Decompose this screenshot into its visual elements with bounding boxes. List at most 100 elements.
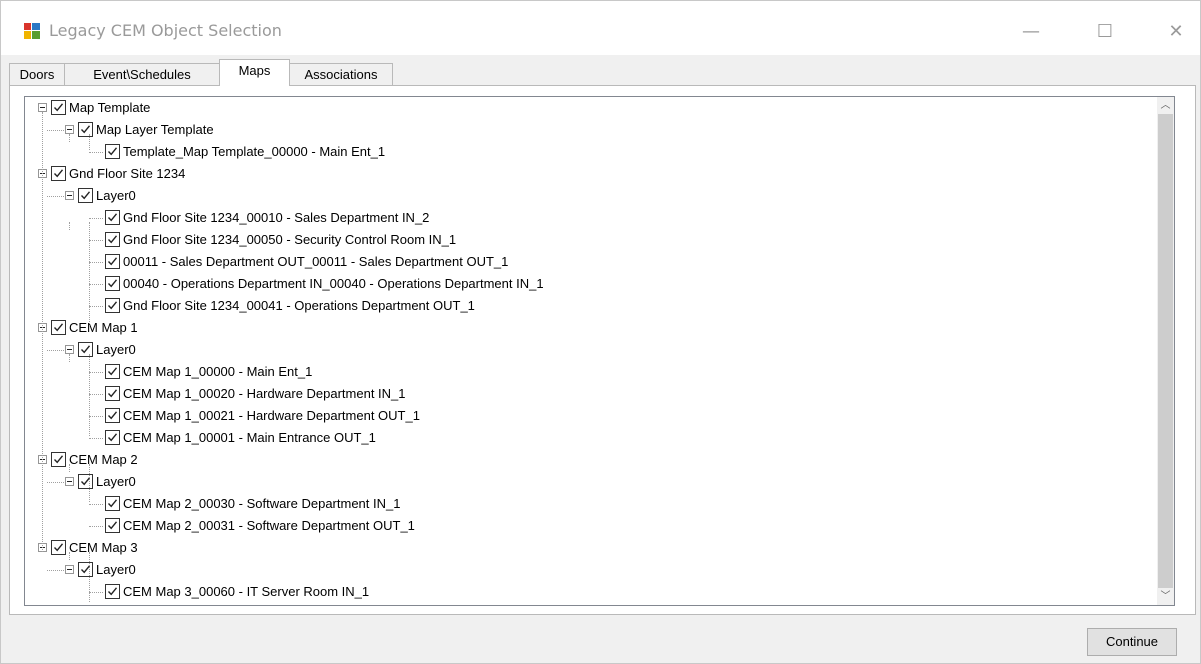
tree-connector [47,350,64,351]
tree-node[interactable]: CEM Map 2 [25,449,1155,471]
tree-connector [69,222,70,230]
node-checkbox[interactable] [105,210,120,225]
tree-node-label: CEM Map 1_00020 - Hardware Department IN… [123,386,406,401]
tree-node-label: Gnd Floor Site 1234_00050 - Security Con… [123,232,457,247]
tree-node-label: CEM Map 1_00000 - Main Ent_1 [123,364,313,379]
tree-node[interactable]: CEM Map 1_00001 - Main Entrance OUT_1 [25,427,1155,449]
tree-node-label: CEM Map 2 [69,452,138,467]
tree-node[interactable]: Layer0 [25,559,1155,581]
collapse-toggle-icon[interactable] [65,125,74,134]
tree-node[interactable]: Gnd Floor Site 1234_00010 - Sales Depart… [25,207,1155,229]
tree-node-label: Layer0 [96,474,136,489]
collapse-toggle-icon[interactable] [65,477,74,486]
tab-maps[interactable]: Maps [219,59,290,86]
tree-connector [89,262,103,263]
tree-node[interactable]: 00040 - Operations Department IN_00040 -… [25,273,1155,295]
node-checkbox[interactable] [78,562,93,577]
tree-node[interactable]: Gnd Floor Site 1234_00041 - Operations D… [25,295,1155,317]
tree-node[interactable]: 00011 - Sales Department OUT_00011 - Sal… [25,251,1155,273]
tree-connector [89,394,103,395]
tree-node-label: Layer0 [96,562,136,577]
node-checkbox[interactable] [105,232,120,247]
node-checkbox[interactable] [105,408,120,423]
node-checkbox[interactable] [105,430,120,445]
maximize-icon[interactable]: ☐ [1090,19,1120,45]
tree-node-label: Layer0 [96,342,136,357]
node-checkbox[interactable] [105,386,120,401]
node-checkbox[interactable] [105,364,120,379]
node-checkbox[interactable] [105,276,120,291]
tree-node[interactable]: CEM Map 3 [25,537,1155,559]
continue-button[interactable]: Continue [1087,628,1177,656]
node-checkbox[interactable] [78,188,93,203]
tree-node[interactable]: CEM Map 1_00020 - Hardware Department IN… [25,383,1155,405]
node-checkbox[interactable] [78,122,93,137]
tree-connector [89,306,103,307]
tree-connector [89,218,103,219]
minimize-icon[interactable]: — [1016,19,1046,45]
tree-connector [89,240,103,241]
tree-node-label: 00011 - Sales Department OUT_00011 - Sal… [123,254,509,269]
collapse-toggle-icon[interactable] [38,103,47,112]
collapse-toggle-icon[interactable] [65,565,74,574]
tab-associations[interactable]: Associations [289,63,393,85]
tree-connector [69,134,70,142]
tree-node-label: CEM Map 2_00031 - Software Department OU… [123,518,415,533]
tree-node[interactable]: Template_Map Template_00000 - Main Ent_1 [25,141,1155,163]
tree-node[interactable]: Map Template [25,97,1155,119]
collapse-toggle-icon[interactable] [65,345,74,354]
tree-node[interactable]: Gnd Floor Site 1234 [25,163,1155,185]
tab-event-schedules[interactable]: Event\Schedules [64,63,220,85]
node-checkbox[interactable] [78,474,93,489]
tree-node[interactable]: CEM Map 1_00000 - Main Ent_1 [25,361,1155,383]
window-title: Legacy CEM Object Selection [49,21,282,40]
node-checkbox[interactable] [105,496,120,511]
tree-node-label: Gnd Floor Site 1234 [69,166,186,181]
tree-node-label: CEM Map 3_00060 - IT Server Room IN_1 [123,584,370,599]
tree-node-label: CEM Map 1_00001 - Main Entrance OUT_1 [123,430,376,445]
scrollbar-thumb[interactable] [1158,114,1173,588]
tree-connector [47,482,64,483]
tree-node[interactable]: CEM Map 1 [25,317,1155,339]
tree-node[interactable]: CEM Map 3_00061 - IT Server Room OUT_1 [25,603,1155,605]
tree-node-label: Map Layer Template [96,122,214,137]
maps-tab-panel: Map Template Map Layer Template Template_M… [9,85,1196,615]
map-tree-view[interactable]: Map Template Map Layer Template Template_M… [24,96,1175,606]
tree-connector [69,464,70,472]
tree-node[interactable]: Layer0 [25,471,1155,493]
scroll-down-icon[interactable]: ﹀ [1157,588,1174,605]
tree-node[interactable]: Map Layer Template [25,119,1155,141]
collapse-toggle-icon[interactable] [65,191,74,200]
close-icon[interactable]: ✕ [1161,19,1191,45]
node-checkbox[interactable] [105,518,120,533]
tree-node[interactable]: CEM Map 1_00021 - Hardware Department OU… [25,405,1155,427]
tree-connector [89,134,90,150]
node-checkbox[interactable] [105,584,120,599]
node-checkbox[interactable] [105,298,120,313]
node-checkbox[interactable] [78,342,93,357]
tree-node-label: Gnd Floor Site 1234_00010 - Sales Depart… [123,210,430,225]
tab-doors[interactable]: Doors [9,63,65,85]
vertical-scrollbar[interactable]: ︿ ﹀ [1157,97,1174,605]
node-checkbox[interactable] [51,320,66,335]
tree-node[interactable]: Gnd Floor Site 1234_00050 - Security Con… [25,229,1155,251]
tree-connector [69,354,70,362]
tree-node-label: Gnd Floor Site 1234_00041 - Operations D… [123,298,475,313]
tree-node[interactable]: CEM Map 3_00060 - IT Server Room IN_1 [25,581,1155,603]
node-checkbox[interactable] [105,254,120,269]
tree-node[interactable]: Layer0 [25,185,1155,207]
tree-connector [89,354,90,436]
node-checkbox[interactable] [105,144,120,159]
tree-node[interactable]: CEM Map 2_00031 - Software Department OU… [25,515,1155,537]
node-checkbox[interactable] [51,166,66,181]
tree-node-label: CEM Map 2_00030 - Software Department IN… [123,496,401,511]
tree-node[interactable]: Layer0 [25,339,1155,361]
node-checkbox[interactable] [51,100,66,115]
tree-node[interactable]: CEM Map 2_00030 - Software Department IN… [25,493,1155,515]
tree-connector [89,152,103,153]
node-checkbox[interactable] [51,452,66,467]
node-checkbox[interactable] [51,540,66,555]
tree-connector [89,592,103,593]
scroll-up-icon[interactable]: ︿ [1157,97,1174,114]
tree-node-label: 00040 - Operations Department IN_00040 -… [123,276,544,291]
